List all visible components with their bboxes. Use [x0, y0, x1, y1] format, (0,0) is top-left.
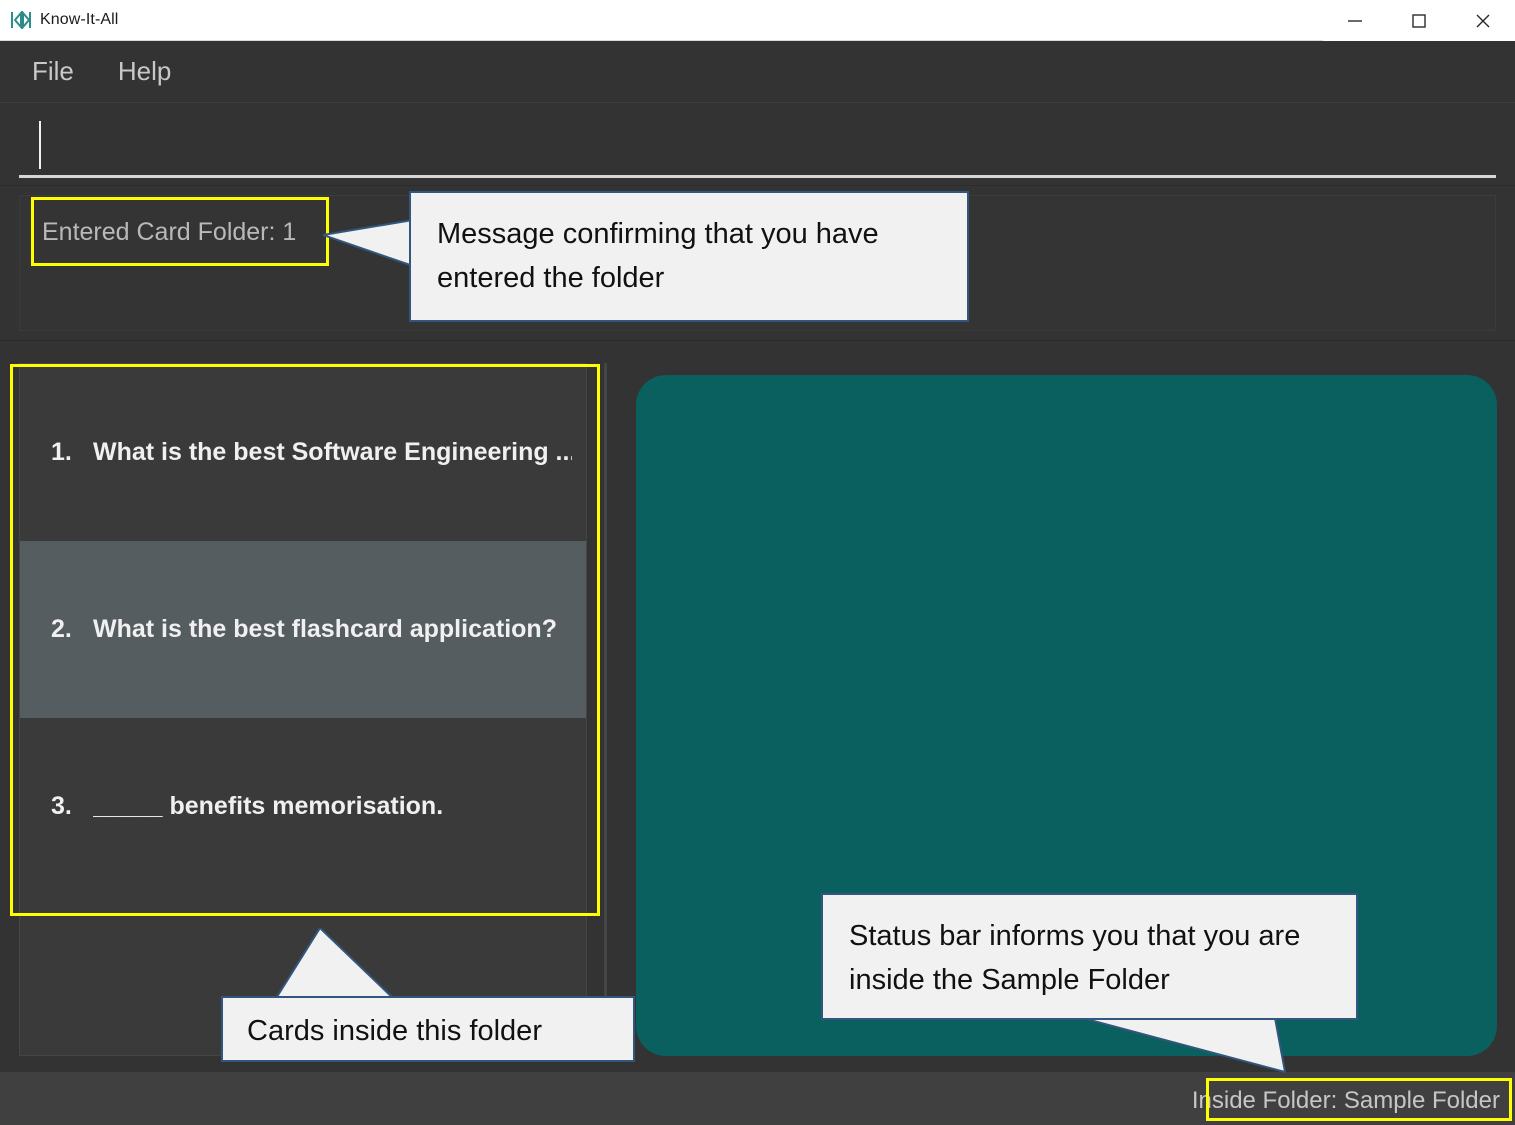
card-list-item[interactable]: 2. What is the best flashcard applicatio…: [20, 541, 586, 718]
app-logo-icon: [10, 9, 32, 31]
search-input-region: [0, 102, 1515, 186]
card-item-text: What is the best flashcard application?: [93, 615, 557, 643]
callout-cards: Cards inside this folder: [221, 996, 635, 1062]
panel-splitter[interactable]: [604, 363, 607, 1056]
card-list-panel[interactable]: 1. What is the best Software Engineering…: [19, 363, 587, 1056]
window-controls: [1323, 0, 1515, 41]
card-list-item[interactable]: 3. _____ benefits memorisation.: [20, 718, 586, 895]
card-item-number: 2.: [51, 615, 72, 643]
card-item-number: 1.: [51, 438, 72, 466]
search-input[interactable]: [19, 116, 1496, 178]
card-item-text: _____ benefits memorisation.: [93, 792, 444, 820]
window-title: Know-It-All: [40, 11, 119, 28]
message-log-text: Entered Card Folder: 1: [42, 218, 297, 246]
title-bar: Know-It-All: [0, 0, 1515, 41]
menu-item-file[interactable]: File: [24, 54, 82, 89]
application-window: Know-It-All File Help Entered Card Folde…: [0, 0, 1515, 1125]
minimize-button[interactable]: [1323, 0, 1387, 41]
text-caret: [39, 121, 41, 169]
card-item-text: What is the best Software Engineering ..…: [93, 438, 572, 466]
callout-status-bar: Status bar informs you that you are insi…: [821, 893, 1358, 1020]
card-list-item[interactable]: 1. What is the best Software Engineering…: [20, 364, 586, 541]
menu-item-help[interactable]: Help: [110, 54, 179, 89]
maximize-button[interactable]: [1387, 0, 1451, 41]
status-bar-text: Inside Folder: Sample Folder: [1191, 1087, 1500, 1114]
callout-message: Message confirming that you have entered…: [409, 191, 969, 322]
menu-bar: File Help: [0, 41, 1515, 102]
card-item-number: 3.: [51, 792, 72, 820]
close-button[interactable]: [1451, 0, 1515, 41]
